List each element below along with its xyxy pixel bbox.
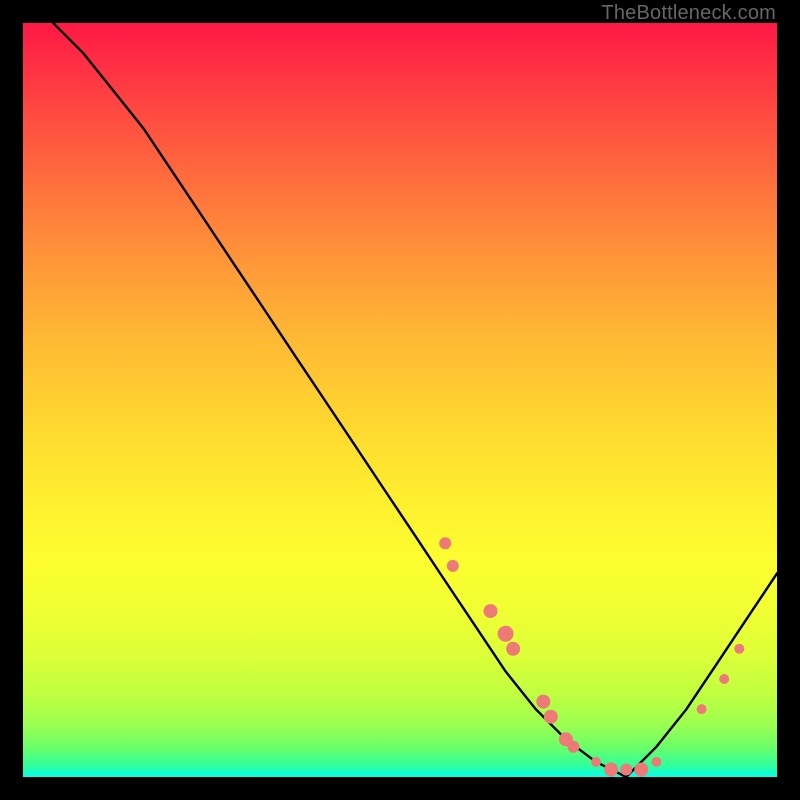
chart-svg [23, 23, 777, 777]
curve-path [53, 23, 777, 777]
data-marker [591, 757, 601, 767]
chart-frame [23, 23, 777, 777]
data-marker [604, 763, 618, 777]
data-marker [506, 642, 520, 656]
data-marker [620, 764, 632, 776]
data-marker [484, 604, 498, 618]
data-marker [697, 704, 707, 714]
data-marker [734, 644, 744, 654]
data-marker [634, 763, 648, 777]
data-marker [439, 537, 451, 549]
data-marker [719, 674, 729, 684]
data-marker [651, 757, 661, 767]
attribution-text: TheBottleneck.com [601, 2, 776, 25]
data-marker [536, 695, 550, 709]
data-marker [567, 741, 579, 753]
data-markers [439, 537, 744, 776]
data-marker [544, 710, 558, 724]
data-marker [498, 626, 514, 642]
data-marker [447, 560, 459, 572]
